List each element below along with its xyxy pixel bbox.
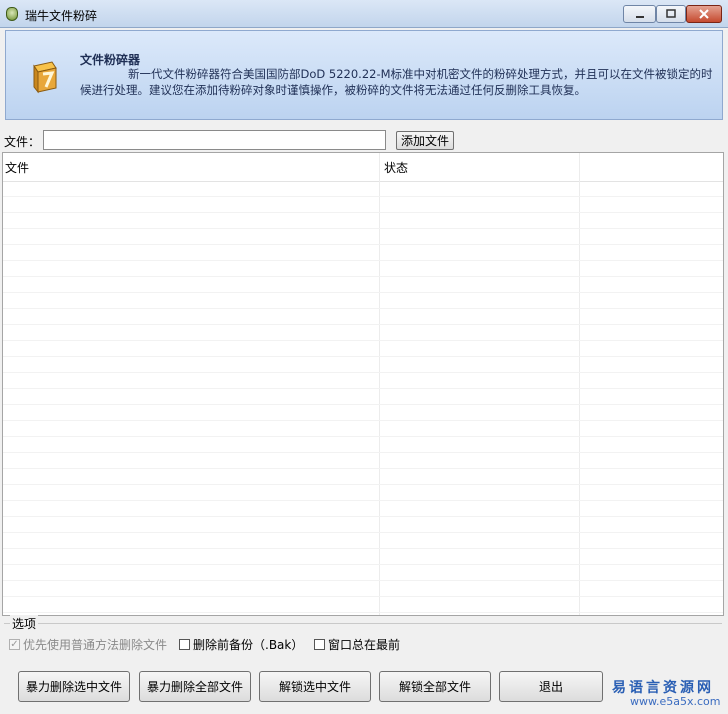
table-row[interactable] xyxy=(3,453,723,469)
force-delete-selected-button[interactable]: 暴力删除选中文件 xyxy=(18,671,130,702)
checkbox-box xyxy=(179,639,190,650)
unlock-selected-button[interactable]: 解锁选中文件 xyxy=(259,671,371,702)
backup-before-delete-checkbox[interactable]: 删除前备份（.Bak） xyxy=(179,636,303,653)
table-row[interactable] xyxy=(3,549,723,565)
table-row[interactable] xyxy=(3,405,723,421)
maximize-button[interactable] xyxy=(656,5,686,23)
table-row[interactable] xyxy=(3,277,723,293)
checkbox-label: 窗口总在最前 xyxy=(328,638,401,652)
file-label: 文件： xyxy=(4,135,41,149)
table-row[interactable] xyxy=(3,181,723,197)
table-row[interactable] xyxy=(3,245,723,261)
maximize-icon xyxy=(666,9,676,18)
table-row[interactable] xyxy=(3,341,723,357)
table-row[interactable] xyxy=(3,533,723,549)
table-row[interactable] xyxy=(3,213,723,229)
table-row[interactable] xyxy=(3,597,723,613)
table-row[interactable] xyxy=(3,389,723,405)
prefer-normal-delete-checkbox[interactable]: ✓ 优先使用普通方法删除文件 xyxy=(9,636,167,653)
checkbox-box xyxy=(314,639,325,650)
title-bar: 瑞牛文件粉碎 xyxy=(0,0,728,28)
options-title: 选项 xyxy=(10,615,39,632)
column-header-file[interactable]: 文件 xyxy=(5,159,29,176)
minimize-button[interactable] xyxy=(623,5,656,23)
list-rows xyxy=(3,181,723,613)
table-row[interactable] xyxy=(3,357,723,373)
table-row[interactable] xyxy=(3,485,723,501)
watermark-url: www.e5a5x.com xyxy=(630,695,721,708)
table-row[interactable] xyxy=(3,373,723,389)
table-row[interactable] xyxy=(3,309,723,325)
table-row[interactable] xyxy=(3,501,723,517)
table-row[interactable] xyxy=(3,581,723,597)
always-on-top-checkbox[interactable]: 窗口总在最前 xyxy=(314,636,400,653)
force-delete-all-button[interactable]: 暴力删除全部文件 xyxy=(139,671,251,702)
app-shield-icon xyxy=(6,7,18,21)
close-icon xyxy=(699,9,709,19)
table-row[interactable] xyxy=(3,229,723,245)
table-row[interactable] xyxy=(3,437,723,453)
table-row[interactable] xyxy=(3,421,723,437)
window-title: 瑞牛文件粉碎 xyxy=(25,9,98,23)
column-header-status[interactable]: 状态 xyxy=(384,159,408,176)
table-row[interactable] xyxy=(3,261,723,277)
table-row[interactable] xyxy=(3,565,723,581)
table-row[interactable] xyxy=(3,517,723,533)
watermark-text: 易语言资源网 xyxy=(612,680,714,696)
close-button[interactable] xyxy=(686,5,722,23)
file-path-input[interactable] xyxy=(43,130,386,150)
unlock-all-button[interactable]: 解锁全部文件 xyxy=(379,671,491,702)
list-header: 文件 状态 xyxy=(3,153,723,182)
checkbox-box: ✓ xyxy=(9,638,20,650)
table-row[interactable] xyxy=(3,469,723,485)
minimize-icon xyxy=(635,16,644,18)
table-row[interactable] xyxy=(3,325,723,341)
table-row[interactable] xyxy=(3,197,723,213)
file-shredder-icon xyxy=(33,61,57,94)
file-list[interactable]: 文件 状态 xyxy=(2,152,724,616)
header-banner: 文件粉碎器 新一代文件粉碎器符合美国国防部DoD 5220.22-M标准中对机密… xyxy=(5,30,723,120)
banner-description: 新一代文件粉碎器符合美国国防部DoD 5220.22-M标准中对机密文件的粉碎处… xyxy=(80,67,713,97)
checkbox-label: 优先使用普通方法删除文件 xyxy=(23,638,168,652)
add-file-button[interactable]: 添加文件 xyxy=(396,131,454,150)
table-row[interactable] xyxy=(3,293,723,309)
exit-button[interactable]: 退出 xyxy=(499,671,603,702)
checkbox-label: 删除前备份（.Bak） xyxy=(193,638,304,652)
